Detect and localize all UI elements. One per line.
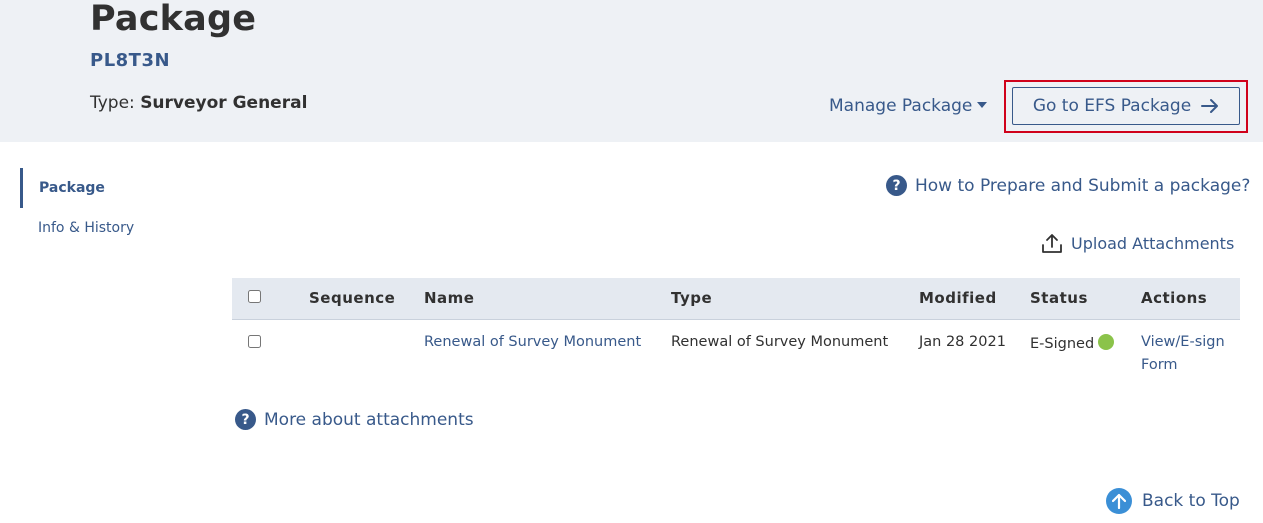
upload-icon	[1042, 234, 1062, 253]
sidebar-item-label: Package	[39, 180, 105, 196]
upload-attachments-button[interactable]: Upload Attachments	[1041, 232, 1234, 254]
type-cell: Renewal of Survey Monument	[671, 333, 889, 350]
efs-button-label: Go to EFS Package	[1032, 96, 1192, 116]
back-to-top-link[interactable]: Back to Top	[1106, 488, 1240, 514]
package-type: Type: Surveyor General	[90, 93, 307, 113]
package-type-label: Type:	[90, 93, 135, 113]
row-checkbox-cell	[232, 319, 309, 389]
action-line-1: View/E-sign	[1141, 333, 1225, 350]
sidebar-item-package[interactable]: Package	[20, 168, 180, 208]
header-modified[interactable]: Modified	[919, 278, 1030, 320]
package-id: PL8T3N	[90, 50, 171, 71]
modified-cell: Jan 28 2021	[919, 333, 1006, 350]
attachment-name-link[interactable]: Renewal of Survey Monument	[424, 334, 641, 350]
question-circle-icon: ?	[235, 409, 256, 430]
more-about-attachments-label: More about attachments	[264, 409, 474, 430]
select-all-checkbox[interactable]	[248, 290, 261, 304]
manage-package-dropdown[interactable]: Manage Package	[829, 96, 988, 116]
table-header-row: Sequence Name Type Modified Status Actio…	[232, 278, 1240, 320]
action-line-2: Form	[1141, 356, 1178, 373]
view-esign-form-link[interactable]: View/E-sign Form	[1141, 331, 1240, 377]
back-to-top-label: Back to Top	[1142, 491, 1240, 511]
header-name[interactable]: Name	[424, 278, 671, 320]
upload-attachments-label: Upload Attachments	[1071, 233, 1235, 253]
status-cell: E-Signed	[1030, 319, 1141, 389]
side-nav: Package Info & History	[20, 168, 180, 248]
more-about-attachments-link[interactable]: ? More about attachments	[235, 409, 474, 430]
attachments-table: Sequence Name Type Modified Status Actio…	[232, 278, 1240, 389]
manage-package-label: Manage Package	[829, 96, 973, 116]
header-sequence[interactable]: Sequence	[309, 278, 424, 320]
header-status[interactable]: Status	[1030, 278, 1141, 320]
actions-cell: View/E-sign Form	[1141, 319, 1240, 389]
package-type-value: Surveyor General	[140, 93, 308, 113]
sequence-cell	[309, 319, 424, 389]
package-header: Package PL8T3N Type: Surveyor General Ma…	[0, 0, 1263, 142]
go-to-efs-package-button[interactable]: Go to EFS Package	[1012, 87, 1240, 125]
arrow-up-circle-icon	[1106, 488, 1132, 514]
how-to-prepare-label: How to Prepare and Submit a package?	[915, 175, 1251, 196]
select-all-header	[232, 278, 309, 320]
caret-down-icon	[977, 101, 988, 108]
page-title: Package	[90, 0, 257, 39]
table-row: Renewal of Survey Monument Renewal of Su…	[232, 319, 1240, 389]
status-dot-icon	[1098, 333, 1115, 350]
sidebar-item-label: Info & History	[38, 220, 135, 236]
header-actions: Actions	[1141, 278, 1240, 320]
sidebar-item-info-history[interactable]: Info & History	[20, 208, 180, 248]
name-cell: Renewal of Survey Monument	[424, 319, 671, 389]
how-to-prepare-link[interactable]: ? How to Prepare and Submit a package?	[886, 175, 1250, 196]
row-checkbox[interactable]	[248, 334, 261, 348]
arrow-right-icon	[1201, 99, 1219, 113]
question-circle-icon: ?	[886, 175, 907, 196]
status-text: E-Signed	[1030, 335, 1095, 352]
header-type[interactable]: Type	[671, 278, 919, 320]
